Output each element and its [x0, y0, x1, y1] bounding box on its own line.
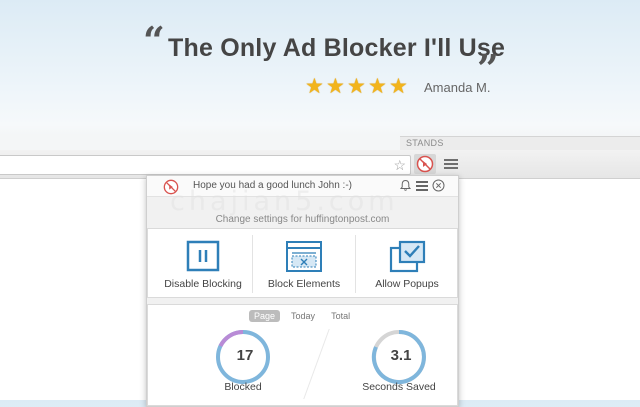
- pause-icon: [186, 240, 220, 272]
- close-icon[interactable]: [432, 179, 445, 192]
- hamburger-menu-icon[interactable]: [444, 159, 458, 171]
- block-element-icon: [286, 241, 322, 272]
- star-icon: ★: [326, 75, 345, 98]
- blocked-label: Blocked: [224, 381, 262, 393]
- disable-blocking-button[interactable]: Disable Blocking: [148, 229, 258, 299]
- allow-popups-label: Allow Popups: [375, 278, 439, 290]
- stats-tabs: Page Today Total: [249, 309, 355, 323]
- star-icon: ★: [389, 75, 408, 98]
- list-icon[interactable]: [416, 181, 428, 193]
- tab-label: STANDS: [406, 138, 444, 148]
- address-bar[interactable]: ☆: [0, 155, 411, 175]
- testimonial-headline: The Only Ad Blocker I'll Use: [168, 34, 506, 62]
- extension-popup: Hope you had a good lunch John :-) Chang…: [146, 175, 459, 407]
- change-settings-link[interactable]: Change settings for huffingtonpost.com: [147, 214, 458, 225]
- seconds-saved-label: Seconds Saved: [362, 381, 436, 393]
- bell-icon[interactable]: [399, 179, 412, 192]
- stats-card: Page Today Total 17 Blocked 3.1 Seconds …: [147, 304, 458, 406]
- block-elements-label: Block Elements: [267, 278, 341, 290]
- seconds-saved-count: 3.1: [390, 347, 412, 364]
- tab-page[interactable]: Page: [249, 310, 281, 322]
- seconds-saved-stat: 3.1 Seconds Saved: [362, 325, 504, 405]
- adblock-logo-icon: [163, 179, 179, 195]
- popup-header: Hope you had a good lunch John :-): [147, 176, 458, 197]
- star-icon: ★: [347, 75, 366, 98]
- tab-today[interactable]: Today: [286, 310, 320, 322]
- allow-popups-icon: [389, 240, 426, 273]
- disable-blocking-label: Disable Blocking: [164, 278, 242, 290]
- extension-button[interactable]: [414, 154, 436, 174]
- greeting-text: Hope you had a good lunch John :-): [193, 180, 352, 191]
- blocked-stat: 17 Blocked: [216, 325, 348, 405]
- allow-popups-button[interactable]: Allow Popups: [352, 229, 462, 299]
- actions-card: Disable Blocking Block Elements Allow Po…: [147, 228, 458, 298]
- star-rating: ★ ★ ★ ★ ★: [305, 75, 408, 98]
- adblock-logo-icon: [416, 155, 434, 173]
- reviewer-name: Amanda M.: [424, 80, 491, 95]
- browser-tab[interactable]: STANDS: [400, 136, 640, 151]
- bookmark-star-icon[interactable]: ☆: [393, 156, 406, 174]
- block-elements-button[interactable]: Block Elements: [249, 229, 359, 299]
- star-icon: ★: [368, 75, 387, 98]
- star-icon: ★: [305, 75, 324, 98]
- tab-total[interactable]: Total: [326, 310, 355, 322]
- open-quote-mark: “: [143, 18, 165, 63]
- blocked-count: 17: [236, 347, 254, 364]
